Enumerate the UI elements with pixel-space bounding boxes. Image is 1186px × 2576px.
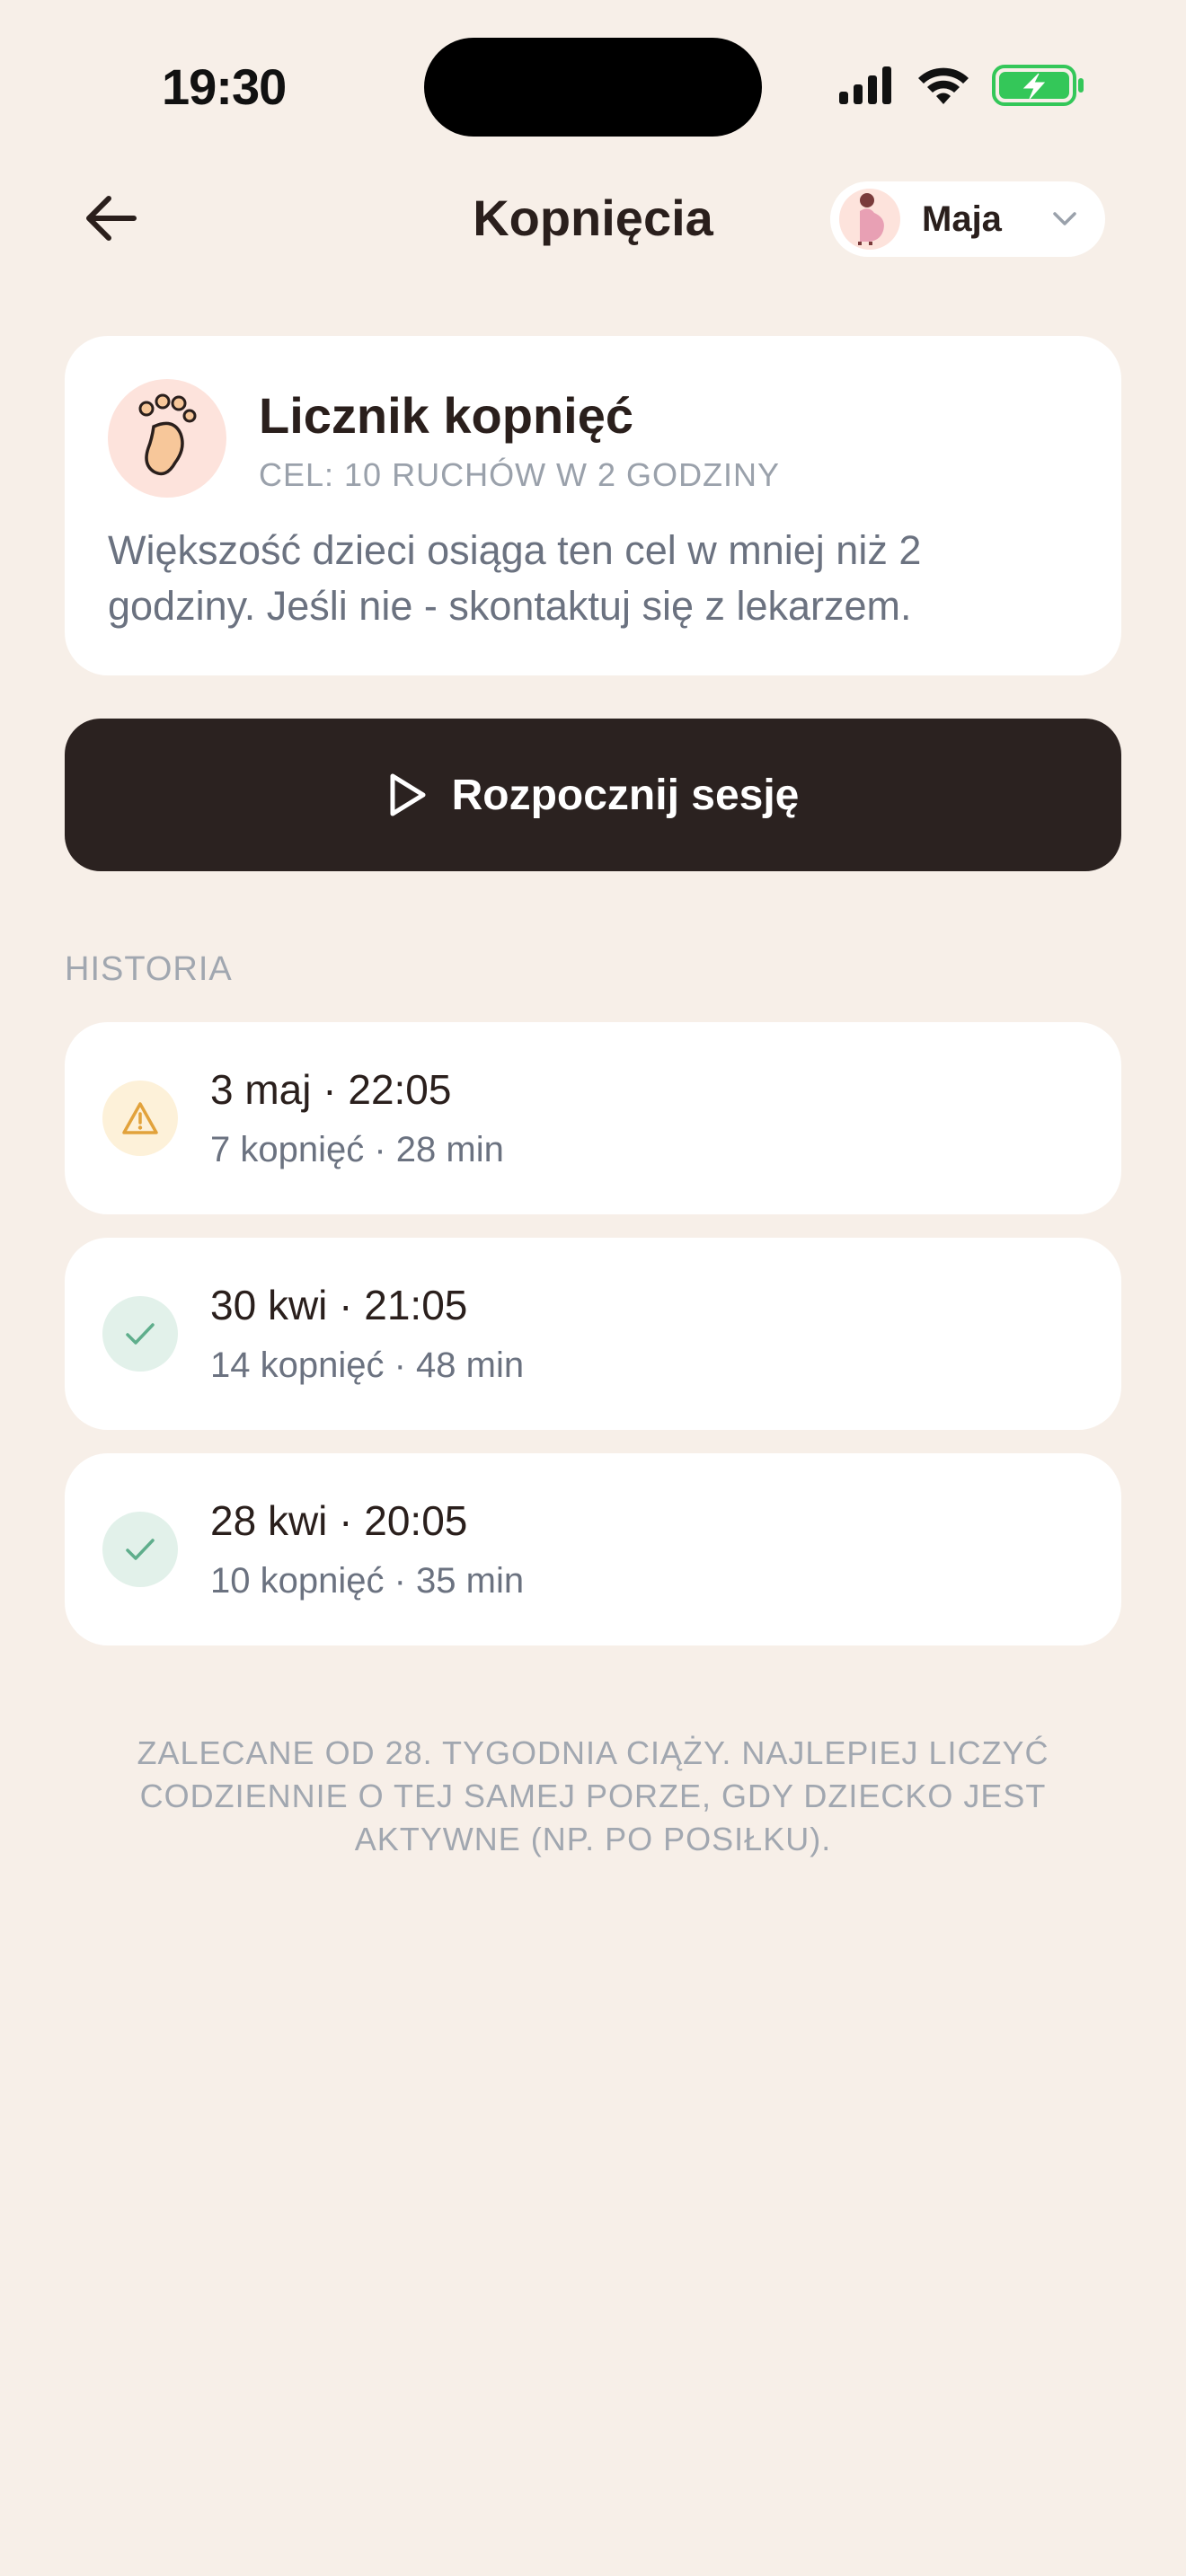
history-item[interactable]: 30 kwi · 21:05 14 kopnięć · 48 min <box>65 1238 1121 1430</box>
profile-switcher[interactable]: Maja <box>830 181 1105 257</box>
history-item[interactable]: 28 kwi · 20:05 10 kopnięć · 35 min <box>65 1453 1121 1645</box>
status-icons <box>839 59 1091 118</box>
status-time: 19:30 <box>162 58 287 115</box>
wifi-icon <box>918 67 969 104</box>
history-item-detail: 14 kopnięć · 48 min <box>210 1345 525 1385</box>
kick-counter-info-card: Licznik kopnięć CEL: 10 RUCHÓW W 2 GODZI… <box>65 336 1121 675</box>
start-session-button[interactable]: Rozpocznij sesję <box>65 719 1121 871</box>
history-item-title: 30 kwi · 21:05 <box>210 1282 468 1328</box>
history-section-label: HISTORIA <box>65 950 233 988</box>
checkmark-icon <box>102 1296 178 1372</box>
warning-icon <box>102 1081 178 1156</box>
play-icon <box>390 773 426 816</box>
pregnant-avatar-icon <box>839 189 900 250</box>
screen: 19:30 Kopnięcia Maja Licznik kopnięć CEL… <box>0 0 1186 2576</box>
history-item-detail: 7 kopnięć · 28 min <box>210 1130 504 1169</box>
history-item-title: 3 maj · 22:05 <box>210 1066 452 1113</box>
checkmark-icon <box>102 1512 178 1587</box>
battery-icon <box>992 65 1084 106</box>
cellular-signal-icon <box>839 66 891 104</box>
info-card-title: Licznik kopnięć <box>259 387 633 444</box>
info-card-subtitle: CEL: 10 RUCHÓW W 2 GODZINY <box>259 456 781 493</box>
dynamic-island <box>424 38 762 137</box>
history-item[interactable]: 3 maj · 22:05 7 kopnięć · 28 min <box>65 1022 1121 1214</box>
profile-name: Maja <box>922 198 1002 239</box>
start-session-label: Rozpocznij sesję <box>451 771 800 819</box>
footprint-icon <box>108 379 226 498</box>
chevron-down-icon <box>1053 212 1076 225</box>
info-card-description: Większość dzieci osiąga ten cel w mniej … <box>108 527 922 629</box>
history-item-detail: 10 kopnięć · 35 min <box>210 1561 525 1601</box>
recommendation-footnote: ZALECANE OD 28. TYGODNIA CIĄŻY. NAJLEPIE… <box>137 1734 1049 1857</box>
history-item-title: 28 kwi · 20:05 <box>210 1497 468 1544</box>
